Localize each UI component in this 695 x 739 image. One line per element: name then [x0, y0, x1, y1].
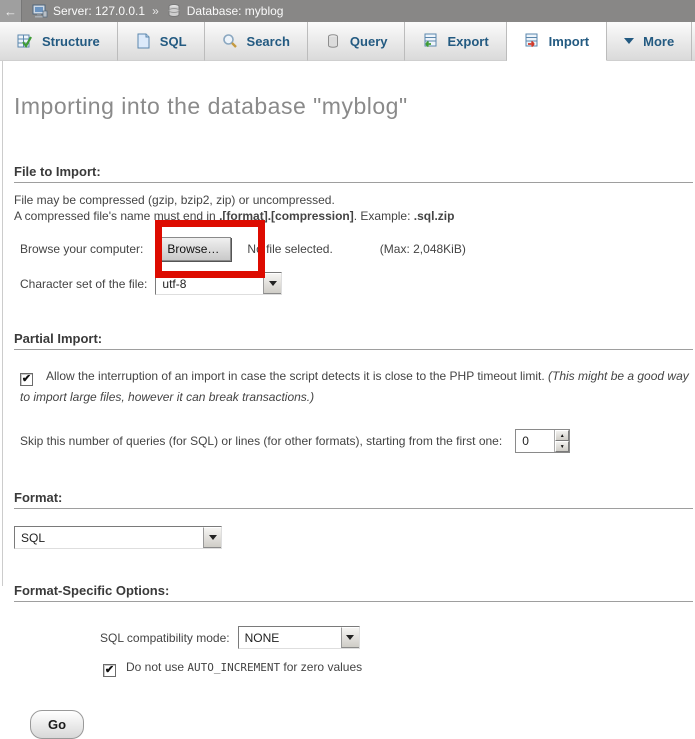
skip-queries-value: 0	[516, 430, 554, 452]
tab-export[interactable]: Export	[405, 22, 506, 61]
main-content: Importing into the database "myblog" Fil…	[0, 93, 695, 739]
section-file-to-import: File to Import:	[14, 164, 693, 183]
allow-interruption-row: Allow the interruption of an import in c…	[20, 366, 693, 408]
tab-sql[interactable]: SQL	[118, 22, 205, 61]
export-icon	[422, 33, 438, 49]
auto-increment-label: Do not use AUTO_INCREMENT for zero value…	[126, 660, 362, 674]
sql-compatibility-select[interactable]: NONE	[238, 626, 360, 649]
triangle-down-icon	[269, 281, 277, 290]
format-selected-value: SQL	[15, 527, 203, 548]
charset-dropdown-arrow[interactable]	[263, 273, 281, 294]
breadcrumb: Server: 127.0.0.1 » Database: myblog	[32, 3, 283, 19]
breadcrumb-database-link[interactable]: Database: myblog	[187, 4, 284, 18]
auto-increment-checkbox[interactable]	[103, 664, 116, 677]
breadcrumb-bar: ← Server: 127.0.0.1 » Database: myblog	[0, 0, 695, 22]
no-file-selected-text: No file selected.	[247, 242, 332, 256]
charset-select[interactable]: utf-8	[155, 272, 282, 295]
charset-label: Character set of the file:	[20, 277, 147, 291]
tab-label: More	[643, 34, 674, 49]
auto-increment-row: Do not use AUTO_INCREMENT for zero value…	[103, 660, 695, 677]
browse-label: Browse your computer:	[20, 242, 143, 256]
sql-compatibility-value: NONE	[239, 627, 341, 648]
content-left-border	[2, 61, 3, 586]
auto-increment-code: AUTO_INCREMENT	[187, 661, 280, 674]
tab-label: Import	[549, 34, 589, 49]
sql-compatibility-label: SQL compatibility mode:	[100, 631, 230, 645]
structure-icon	[17, 33, 33, 49]
sql-compatibility-row: SQL compatibility mode: NONE	[100, 626, 695, 649]
allow-interruption-checkbox[interactable]	[20, 373, 33, 386]
compat-dropdown-arrow[interactable]	[341, 627, 359, 648]
tab-bar: Structure SQL Search Query Export	[0, 22, 695, 61]
tab-label: Export	[447, 34, 488, 49]
number-spinner: ▲ ▼	[554, 430, 569, 452]
chevron-down-icon	[624, 38, 634, 49]
triangle-down-icon	[346, 635, 354, 644]
compression-help-text: File may be compressed (gzip, bzip2, zip…	[14, 192, 695, 224]
spinner-down-button[interactable]: ▼	[555, 441, 569, 452]
tab-structure[interactable]: Structure	[0, 22, 118, 61]
skip-queries-input[interactable]: 0 ▲ ▼	[515, 429, 570, 453]
tab-more[interactable]: More	[607, 22, 692, 61]
back-arrow-icon: ←	[4, 4, 17, 19]
section-format-specific-options: Format-Specific Options:	[14, 583, 693, 602]
format-select[interactable]: SQL	[14, 526, 222, 549]
charset-selected-value: utf-8	[156, 273, 263, 294]
back-arrow-button[interactable]: ←	[0, 0, 22, 22]
spinner-up-button[interactable]: ▲	[555, 430, 569, 441]
tab-search[interactable]: Search	[205, 22, 308, 61]
tab-label: SQL	[160, 34, 187, 49]
query-icon	[325, 33, 341, 49]
sql-icon	[135, 33, 151, 49]
go-button[interactable]: Go	[30, 710, 84, 739]
browse-row: Browse your computer: Browse… No file se…	[20, 237, 695, 261]
search-icon	[222, 33, 238, 49]
skip-queries-label: Skip this number of queries (for SQL) or…	[20, 434, 502, 448]
section-partial-import: Partial Import:	[14, 331, 693, 350]
browse-button[interactable]: Browse…	[155, 237, 231, 261]
tab-label: Query	[350, 34, 388, 49]
skip-queries-row: Skip this number of queries (for SQL) or…	[20, 429, 695, 453]
tab-query[interactable]: Query	[308, 22, 406, 61]
tab-label: Search	[247, 34, 290, 49]
tab-import[interactable]: Import	[507, 22, 607, 61]
charset-row: Character set of the file: utf-8	[20, 272, 695, 295]
tab-label: Structure	[42, 34, 100, 49]
format-dropdown-arrow[interactable]	[203, 527, 221, 548]
max-size-text: (Max: 2,048KiB)	[380, 242, 466, 256]
triangle-down-icon	[209, 535, 217, 544]
section-format: Format:	[14, 490, 693, 509]
database-icon	[166, 3, 182, 19]
server-icon	[32, 3, 48, 19]
allow-interruption-label: Allow the interruption of an import in c…	[46, 369, 548, 383]
breadcrumb-separator: »	[152, 4, 159, 18]
page-title: Importing into the database "myblog"	[14, 93, 695, 120]
breadcrumb-server-link[interactable]: Server: 127.0.0.1	[53, 4, 145, 18]
import-icon	[524, 33, 540, 49]
